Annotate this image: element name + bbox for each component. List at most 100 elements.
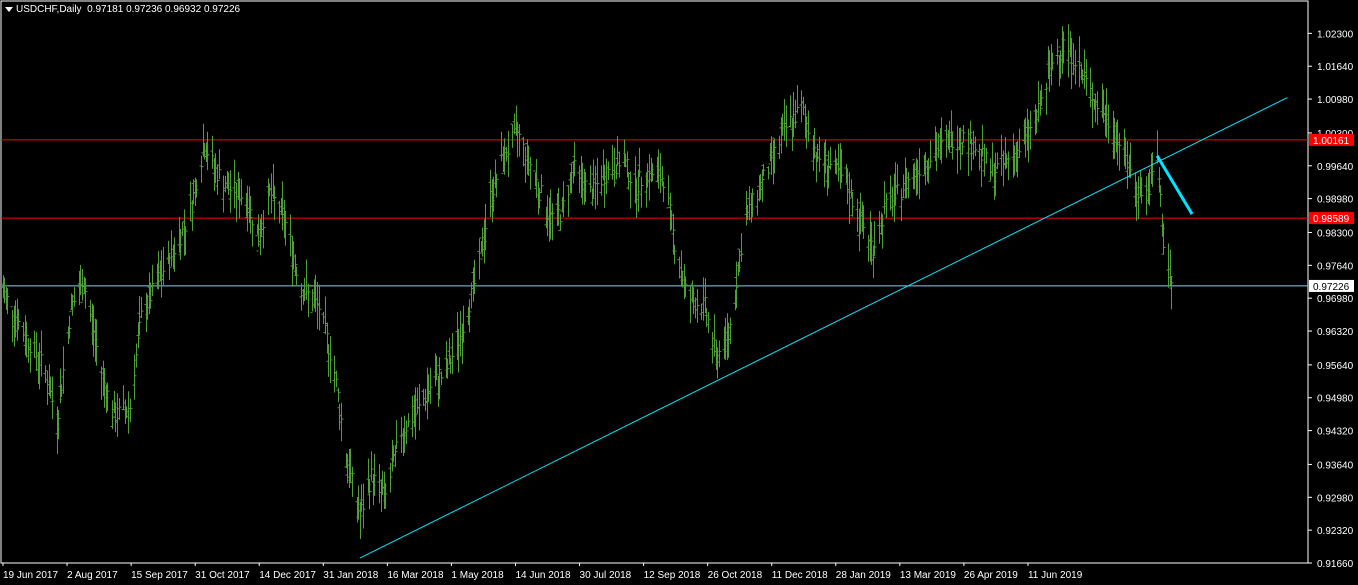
y-tick-label: 0.94980 xyxy=(1317,394,1354,405)
price-bar xyxy=(1117,133,1122,171)
price-bar xyxy=(336,387,341,403)
price-bar xyxy=(1082,49,1087,89)
x-tick-label: 31 Oct 2017 xyxy=(195,570,250,581)
price-bar xyxy=(995,152,1000,170)
price-bar xyxy=(606,161,611,181)
price-bar xyxy=(228,170,233,213)
price-bar xyxy=(128,398,133,423)
trendline[interactable] xyxy=(359,97,1288,559)
y-tick-label: 0.92980 xyxy=(1317,493,1354,504)
price-bar xyxy=(334,370,339,388)
price-bar xyxy=(877,211,882,244)
price-bar xyxy=(99,366,104,400)
y-tick-label: 0.97640 xyxy=(1317,261,1354,272)
price-bar xyxy=(521,136,526,167)
price-bar xyxy=(72,287,77,307)
price-bar xyxy=(1055,39,1060,65)
price-bar xyxy=(288,214,293,257)
price-bar xyxy=(190,200,195,231)
price-bar xyxy=(188,181,193,221)
price-bar xyxy=(1144,176,1149,216)
price-bar xyxy=(328,336,333,384)
price-bar xyxy=(566,185,571,217)
price-bar xyxy=(115,393,120,437)
price-bar xyxy=(28,338,33,373)
price-bar xyxy=(855,198,860,232)
price-bar xyxy=(523,146,528,183)
plot-frame xyxy=(0,0,1309,564)
price-bar xyxy=(1028,110,1033,150)
y-tick-label: 0.93640 xyxy=(1317,460,1354,471)
price-bar xyxy=(890,186,895,217)
price-bar xyxy=(180,221,185,237)
price-bar xyxy=(710,332,715,364)
x-tick-label: 11 Jun 2019 xyxy=(1028,570,1083,581)
y-tick-label: 0.98980 xyxy=(1317,195,1354,206)
price-bar xyxy=(755,190,760,216)
forecast-arrow-line[interactable] xyxy=(1155,155,1194,215)
price-badge-label: 0.97226 xyxy=(1313,282,1350,293)
x-tick-label: 11 Dec 2018 xyxy=(772,570,828,581)
price-bar xyxy=(595,157,600,206)
price-bar xyxy=(321,311,326,325)
price-bar xyxy=(369,451,374,481)
price-bar xyxy=(882,180,887,215)
price-bar xyxy=(406,413,411,428)
price-bar xyxy=(899,188,904,222)
price-bar xyxy=(693,297,698,319)
price-bar xyxy=(1073,49,1078,85)
price-bar xyxy=(26,337,31,363)
price-bar xyxy=(450,333,455,375)
price-bar xyxy=(110,400,115,430)
x-tick-label: 2 Aug 2017 xyxy=(67,570,118,581)
price-bar xyxy=(50,376,55,420)
x-tick-label: 26 Apr 2019 xyxy=(964,570,1018,581)
y-tick-label: 1.00980 xyxy=(1317,95,1354,106)
price-bar xyxy=(161,246,166,287)
price-bar xyxy=(512,113,517,135)
price-bar xyxy=(332,355,337,393)
price-bar xyxy=(906,171,911,199)
x-tick-label: 13 Mar 2019 xyxy=(900,570,957,581)
price-bar xyxy=(528,156,533,190)
price-bar xyxy=(799,90,804,123)
price-bar xyxy=(1106,104,1111,144)
price-bar xyxy=(277,200,282,224)
price-bar xyxy=(895,164,900,195)
price-bar xyxy=(884,192,889,218)
price-bar xyxy=(377,464,382,504)
price-bar xyxy=(234,182,239,222)
price-bar xyxy=(706,311,711,334)
price-badge-label: 0.98589 xyxy=(1313,214,1350,225)
price-bar xyxy=(269,173,274,214)
y-tick-label: 0.92320 xyxy=(1317,526,1354,537)
price-bar xyxy=(232,159,237,209)
price-bar xyxy=(695,288,700,323)
y-tick-label: 0.95640 xyxy=(1317,361,1354,372)
price-bar xyxy=(1006,151,1011,181)
price-bar xyxy=(399,416,404,453)
price-chart[interactable]: 1.023001.016401.009801.003000.996400.989… xyxy=(0,0,1358,585)
price-bar xyxy=(250,216,255,247)
y-tick-label: 0.96320 xyxy=(1317,327,1354,338)
x-tick-label: 15 Sep 2017 xyxy=(131,570,188,581)
price-bar xyxy=(806,110,811,142)
y-tick-label: 0.99640 xyxy=(1317,162,1354,173)
price-bar xyxy=(439,368,444,385)
price-bar xyxy=(658,153,663,193)
price-bar xyxy=(1095,91,1100,125)
price-bar xyxy=(1077,36,1082,88)
price-bar xyxy=(39,330,44,377)
price-bar xyxy=(134,343,139,368)
price-bar xyxy=(88,299,93,322)
x-tick-label: 12 Sep 2018 xyxy=(644,570,701,581)
price-bar xyxy=(299,283,304,311)
y-tick-label: 1.02300 xyxy=(1317,29,1354,40)
x-tick-label: 26 Oct 2018 xyxy=(708,570,763,581)
price-bar xyxy=(32,330,37,358)
price-bar xyxy=(1084,59,1089,96)
price-bar xyxy=(990,142,995,177)
price-bar xyxy=(1136,176,1141,220)
price-bar xyxy=(339,402,344,442)
price-bar xyxy=(828,146,833,170)
